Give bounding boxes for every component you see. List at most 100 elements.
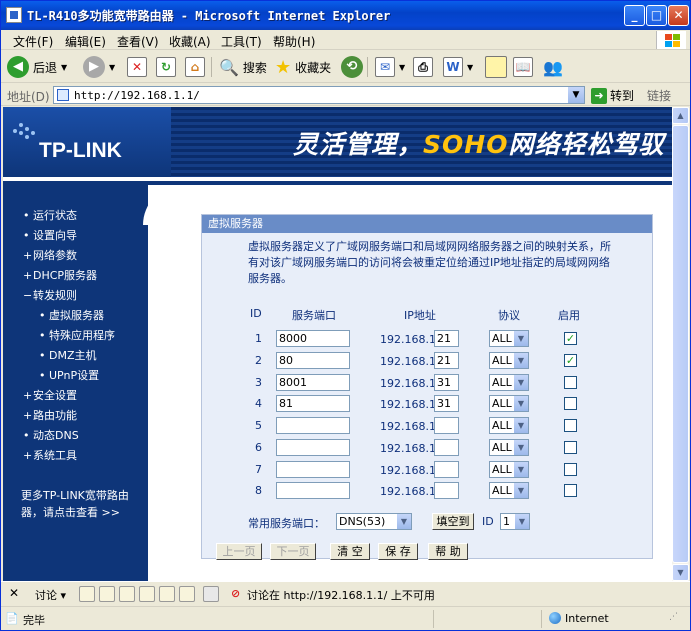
back-arrow-icon: ◀ [7,56,29,78]
menu-help[interactable]: 帮助(H) [273,33,315,50]
menu-favorites[interactable]: 收藏(A) [169,33,211,50]
menu-file[interactable]: 文件(F) [13,33,53,50]
page-icon [57,89,69,101]
fill-button[interactable]: 填空到 [432,513,474,530]
protocol-select[interactable]: ALL ▼ [489,352,529,369]
more-products-link[interactable]: 更多TP-LINK宽带路由器，请点击查看 >> [21,487,141,521]
go-button[interactable]: ➜ 转到 [591,87,634,104]
enable-checkbox[interactable] [564,484,577,497]
history-button[interactable]: ⟲ [341,54,363,80]
port-input[interactable] [276,482,350,499]
sidebar-item-special-app[interactable]: • 特殊应用程序 [39,327,115,343]
back-button[interactable]: ◀ 后退 ▼ [7,54,67,80]
discuss-tool-icon[interactable] [79,586,95,602]
home-icon: ⌂ [185,57,205,77]
discuss-tool-icon[interactable] [99,586,115,602]
sidebar-item-dmz[interactable]: • DMZ主机 [39,347,97,363]
sidebar-item-upnp[interactable]: • UPnP设置 [39,367,99,383]
sidebar-item-dhcp[interactable]: +DHCP服务器 [23,267,97,283]
protocol-select[interactable]: ALL ▼ [489,330,529,347]
common-port-select[interactable]: DNS(53) ▼ [336,513,412,530]
enable-checkbox[interactable] [564,419,577,432]
discuss-tool-icon[interactable] [139,586,155,602]
help-button[interactable]: 帮 助 [428,543,468,560]
ip-input[interactable] [434,417,459,434]
protocol-select[interactable]: ALL ▼ [489,374,529,391]
ip-input[interactable] [434,439,459,456]
ip-input[interactable]: 21 [434,352,459,369]
messenger-button[interactable]: 👥 [543,54,563,80]
maximize-button[interactable]: □ [646,5,667,26]
enable-checkbox[interactable] [564,441,577,454]
research-button[interactable]: 📖 [513,54,533,80]
panel-title: 虚拟服务器 [202,215,652,233]
mail-button[interactable]: ✉ ▼ [375,54,405,80]
links-label[interactable]: 链接 [647,87,671,104]
scroll-down-icon[interactable]: ▼ [672,564,689,581]
port-input[interactable]: 8001 [276,374,350,391]
sidebar-item-status[interactable]: • 运行状态 [23,207,77,223]
id-select[interactable]: 1 ▼ [500,513,530,530]
port-input[interactable]: 81 [276,395,350,412]
home-button[interactable]: ⌂ [185,54,205,80]
discuss-tool-icon[interactable] [179,586,195,602]
ip-input[interactable]: 31 [434,395,459,412]
ip-input[interactable] [434,461,459,478]
discuss-tool-icon[interactable] [119,586,135,602]
refresh-button[interactable]: ↻ [156,54,176,80]
port-input[interactable] [276,461,350,478]
menu-edit[interactable]: 编辑(E) [65,33,106,50]
stop-button[interactable]: ✕ [127,54,147,80]
enable-checkbox[interactable]: ✓ [564,354,577,367]
close-discuss-icon[interactable]: ✕ [9,586,19,600]
address-input[interactable]: http://192.168.1.1/ ▼ [53,86,585,104]
prev-page-button[interactable]: 上一页 [216,543,262,560]
protocol-select[interactable]: ALL ▼ [489,461,529,478]
enable-checkbox[interactable]: ✓ [564,332,577,345]
protocol-select[interactable]: ALL ▼ [489,395,529,412]
protocol-select[interactable]: ALL ▼ [489,417,529,434]
menu-tools[interactable]: 工具(T) [221,33,262,50]
sidebar-item-routing[interactable]: +路由功能 [23,407,77,423]
enable-checkbox[interactable] [564,397,577,410]
slogan-banner: 灵活管理，SOHO网络轻松驾驭 [171,107,672,177]
address-dropdown-icon[interactable]: ▼ [568,87,584,103]
protocol-select[interactable]: ALL ▼ [489,482,529,499]
vertical-scrollbar[interactable]: ▲ ▼ [672,107,689,581]
resize-grip-icon[interactable]: ⋰ [669,612,678,622]
favorites-button[interactable]: ★ 收藏夹 [275,54,331,80]
discuss-tool-icon[interactable] [159,586,175,602]
port-input[interactable]: 8000 [276,330,350,347]
sidebar-item-forwarding[interactable]: −转发规则 [23,287,77,303]
save-button[interactable]: 保 存 [378,543,418,560]
scroll-up-icon[interactable]: ▲ [672,107,689,124]
discuss-menu[interactable]: 讨论 ▾ [35,587,66,603]
scroll-thumb[interactable] [672,125,689,563]
port-input[interactable] [276,439,350,456]
clear-button[interactable]: 清 空 [330,543,370,560]
sidebar-item-network[interactable]: +网络参数 [23,247,77,263]
sidebar-item-security[interactable]: +安全设置 [23,387,77,403]
search-button[interactable]: 🔍 搜索 [219,54,267,80]
sidebar-item-wizard[interactable]: • 设置向导 [23,227,77,243]
sidebar-item-virtual-server[interactable]: • 虚拟服务器 [39,307,104,323]
port-input[interactable] [276,417,350,434]
discuss-pane-icon[interactable] [203,586,219,602]
next-page-button[interactable]: 下一页 [270,543,316,560]
menu-view[interactable]: 查看(V) [117,33,159,50]
ip-input[interactable] [434,482,459,499]
sidebar-item-system[interactable]: +系统工具 [23,447,77,463]
ip-input[interactable]: 21 [434,330,459,347]
enable-checkbox[interactable] [564,463,577,476]
enable-checkbox[interactable] [564,376,577,389]
print-button[interactable]: ⎙ [413,54,433,80]
minimize-button[interactable]: _ [624,5,645,26]
sidebar-item-ddns[interactable]: • 动态DNS [23,427,79,443]
forward-button[interactable]: ▶ ▼ [83,54,115,80]
close-button[interactable]: ✕ [668,5,689,26]
notes-button[interactable] [485,54,507,80]
port-input[interactable]: 80 [276,352,350,369]
edit-button[interactable]: W ▼ [443,54,473,80]
ip-input[interactable]: 31 [434,374,459,391]
protocol-select[interactable]: ALL ▼ [489,439,529,456]
